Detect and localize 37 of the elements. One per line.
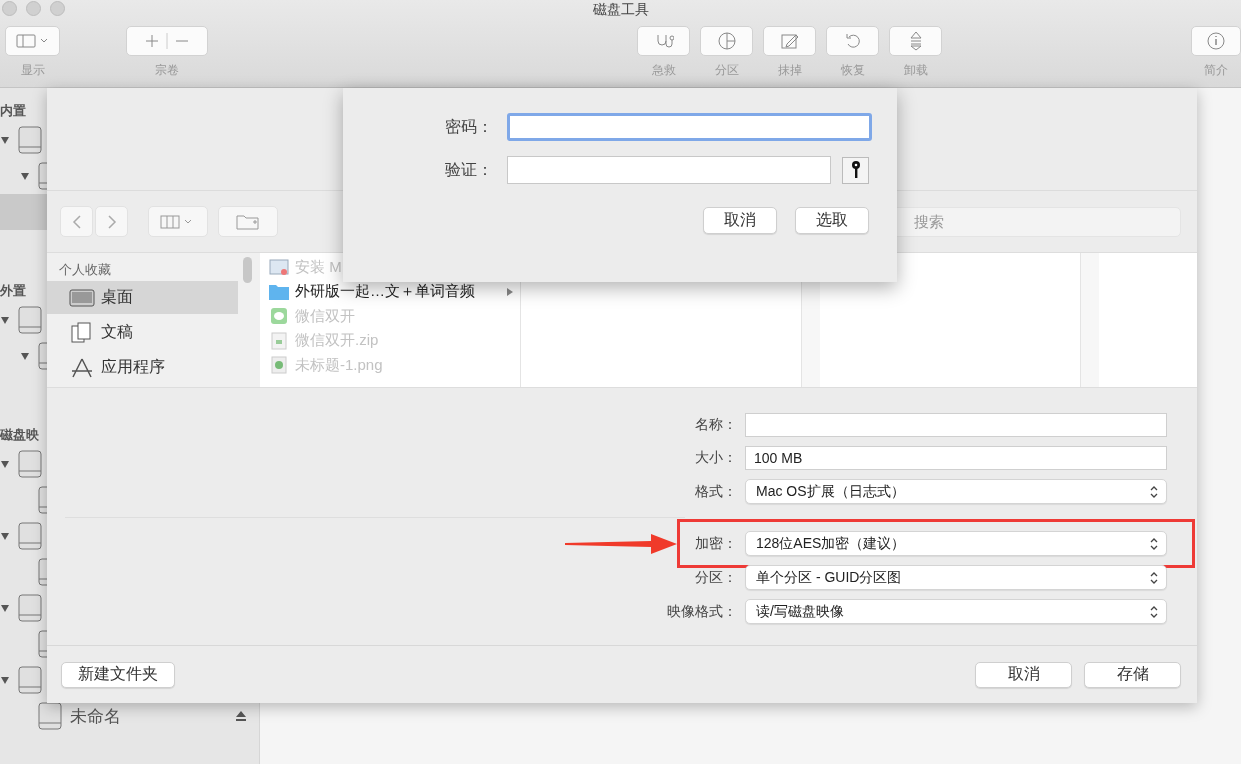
sidebar-section-title: 磁盘映	[0, 426, 39, 444]
file-item[interactable]: 外研版一起…文＋单词音频	[260, 279, 520, 304]
toolbar-label: 简介	[1204, 62, 1228, 79]
field-label: 验证：	[444, 159, 493, 180]
window-title: 磁盘工具	[592, 0, 649, 19]
toolbar-label: 恢复	[840, 62, 865, 79]
toolbar-label: 急救	[651, 62, 676, 79]
favorite-item[interactable]: 文稿	[47, 316, 238, 349]
field-label: 大小：	[694, 449, 737, 467]
favorite-item[interactable]: 应用程序	[47, 351, 238, 384]
volume-name: 未命名	[70, 705, 121, 728]
popup-menu[interactable]: 128位AES加密（建议）	[745, 531, 1167, 556]
popup-menu[interactable]: 读/写磁盘映像	[745, 599, 1167, 624]
sidebar-item[interactable]: 未命名	[0, 698, 259, 734]
popup-menu[interactable]: Mac OS扩展（日志式）	[745, 479, 1167, 504]
toolbar-label: 宗卷	[155, 62, 179, 79]
toolbar-label: 卸载	[903, 62, 928, 79]
sidebar-section-title: 内置	[0, 102, 26, 120]
toolbar-label: 显示	[20, 62, 45, 79]
toolbar-label: 抹掉	[777, 62, 802, 79]
field-label: 加密：	[694, 534, 737, 553]
sidebar-section-title: 外置	[0, 282, 26, 300]
text-field[interactable]: 100 MB	[745, 446, 1167, 470]
field-label: 映像格式：	[666, 602, 737, 621]
choose-button[interactable]: 选取	[795, 207, 869, 234]
new-folder-button[interactable]: 新建文件夹	[61, 661, 175, 688]
toolbar-label: 分区	[714, 62, 739, 79]
favorite-item[interactable]: 桌面	[47, 281, 238, 314]
sidebar-section-title: 个人收藏	[59, 261, 111, 279]
field-label: 名称：	[694, 416, 737, 434]
cancel-button[interactable]: 取消	[975, 661, 1072, 688]
cancel-button[interactable]: 取消	[703, 207, 777, 234]
field-label: 密码：	[444, 116, 493, 137]
save-button[interactable]: 存储	[1084, 661, 1181, 688]
field-label: 分区：	[694, 568, 737, 587]
popup-menu[interactable]: 单个分区 - GUID分区图	[745, 565, 1167, 590]
field-label: 格式：	[694, 482, 737, 501]
